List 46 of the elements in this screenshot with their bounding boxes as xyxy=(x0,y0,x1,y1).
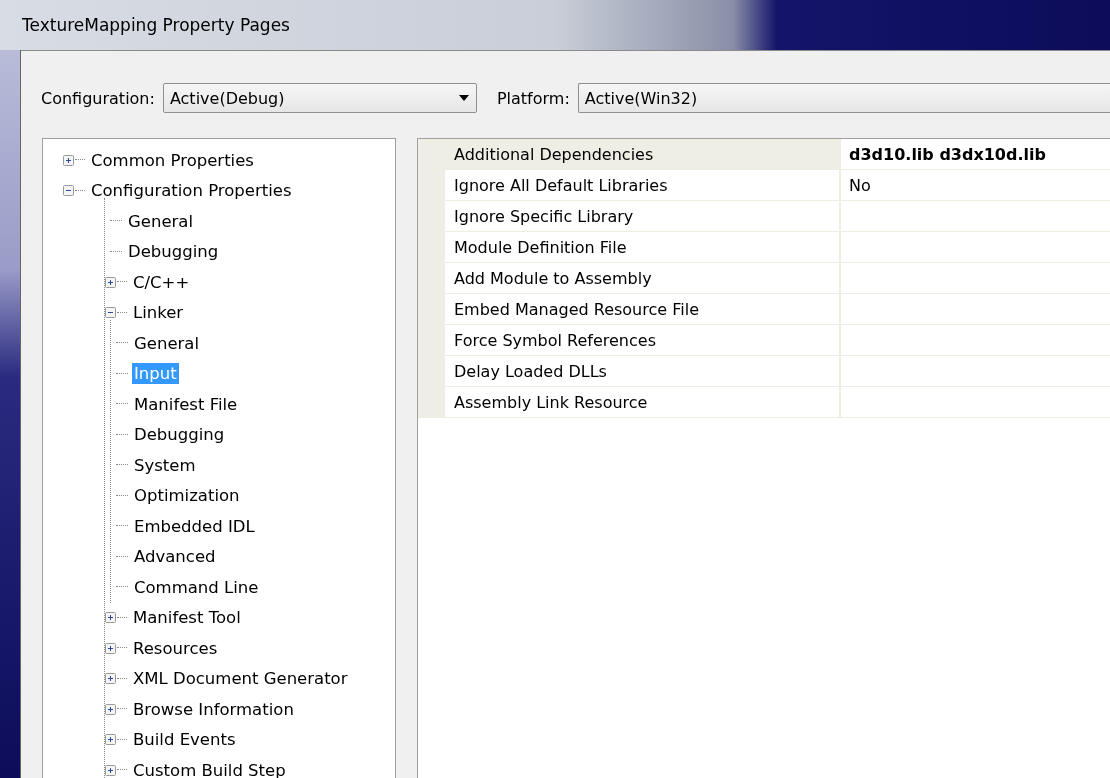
window-title: TextureMapping Property Pages xyxy=(22,15,290,35)
platform-dropdown[interactable]: Active(Win32) xyxy=(577,83,1110,113)
tree-item[interactable]: Resources xyxy=(131,637,220,659)
configuration-dropdown[interactable]: Active(Debug) xyxy=(162,83,477,113)
expand-icon[interactable] xyxy=(105,612,116,624)
property-value[interactable]: No xyxy=(849,175,871,195)
expand-icon[interactable] xyxy=(63,154,74,166)
expand-icon[interactable] xyxy=(105,703,116,715)
tree-item[interactable]: Advanced xyxy=(132,546,218,568)
dropdown-arrow-icon xyxy=(457,94,470,102)
configuration-label: Configuration: xyxy=(41,88,155,108)
tree-item[interactable]: Build Events xyxy=(131,729,238,751)
property-name[interactable]: Assembly Link Resource xyxy=(445,387,841,417)
tree-item[interactable]: XML Document Generator xyxy=(131,668,350,690)
tree-item[interactable]: Optimization xyxy=(132,485,242,507)
tree-item[interactable]: General xyxy=(132,332,202,354)
expand-icon[interactable] xyxy=(105,764,116,776)
expand-icon[interactable] xyxy=(105,276,116,288)
tree-item[interactable]: General xyxy=(126,210,196,232)
tree-item[interactable]: Linker xyxy=(131,302,186,324)
property-value[interactable]: d3d10.lib d3dx10d.lib xyxy=(849,144,1046,164)
tree-item[interactable]: Common Properties xyxy=(89,149,256,171)
tree-item[interactable]: Embedded IDL xyxy=(132,515,257,537)
platform-label: Platform: xyxy=(496,88,570,108)
tree-item[interactable]: Manifest File xyxy=(132,393,240,415)
property-name[interactable]: Add Module to Assembly xyxy=(445,263,841,293)
tree-item[interactable]: System xyxy=(132,454,198,476)
expand-icon[interactable] xyxy=(105,734,116,746)
tree-item[interactable]: Configuration Properties xyxy=(89,180,294,202)
tree-item[interactable]: Manifest Tool xyxy=(131,607,243,629)
tree-item[interactable]: Command Line xyxy=(132,576,261,598)
collapse-icon[interactable] xyxy=(63,185,74,197)
property-name[interactable]: Additional Dependencies xyxy=(445,139,841,169)
expand-icon[interactable] xyxy=(105,673,116,685)
expand-icon[interactable] xyxy=(105,642,116,654)
property-name[interactable]: Embed Managed Resource File xyxy=(445,294,841,324)
property-name[interactable]: Module Definition File xyxy=(445,232,841,262)
property-name[interactable]: Ignore Specific Library xyxy=(445,201,841,231)
tree-item[interactable]: Debugging xyxy=(132,424,227,446)
property-name[interactable]: Delay Loaded DLLs xyxy=(445,356,841,386)
property-name[interactable]: Force Symbol References xyxy=(445,325,841,355)
tree-item[interactable]: C/C++ xyxy=(131,271,192,293)
property-name[interactable]: Ignore All Default Libraries xyxy=(445,170,841,200)
tree-item[interactable]: Browse Information xyxy=(131,698,296,720)
tree-item[interactable]: Debugging xyxy=(126,241,221,263)
collapse-icon[interactable] xyxy=(105,307,116,319)
